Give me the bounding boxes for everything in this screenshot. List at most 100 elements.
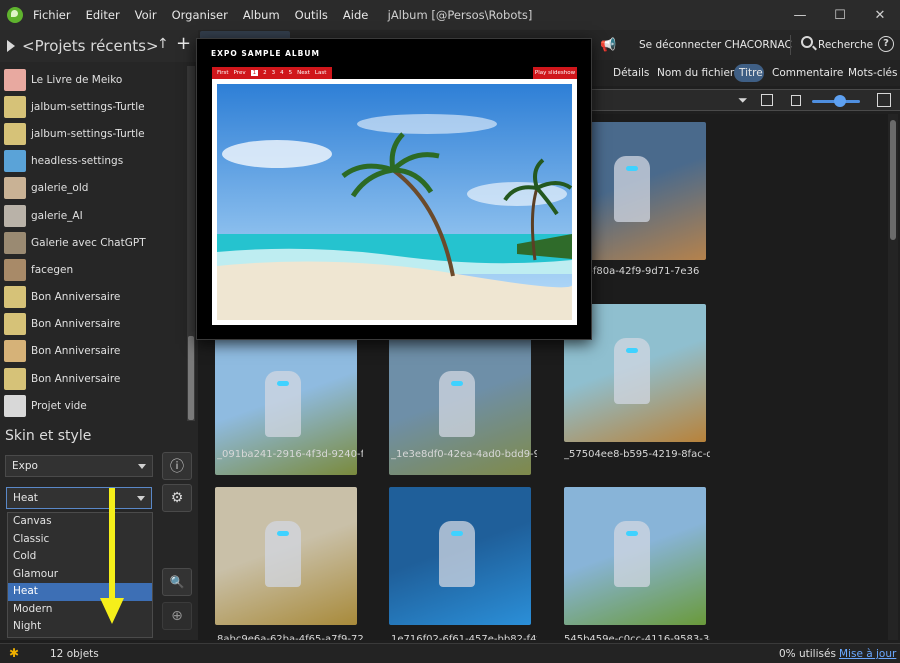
- style-option-canvas[interactable]: Canvas: [8, 513, 152, 531]
- scrollbar-thumb[interactable]: [188, 336, 194, 420]
- scrollbar-thumb[interactable]: [890, 120, 896, 240]
- large-thumb-icon[interactable]: [877, 93, 891, 107]
- style-option-glamour[interactable]: Glamour: [8, 566, 152, 584]
- style-option-classic[interactable]: Classic: [8, 531, 152, 549]
- robot-eye: [277, 381, 289, 386]
- skin-dropdown[interactable]: Expo: [5, 455, 153, 477]
- project-thumbnail: [4, 367, 26, 390]
- filter-icon[interactable]: ⏷: [738, 93, 748, 108]
- up-arrow-icon[interactable]: ↑: [157, 36, 169, 52]
- sort-comment[interactable]: Commentaire: [772, 67, 843, 79]
- project-item[interactable]: Bon Anniversaire: [0, 284, 186, 311]
- skin-settings-button[interactable]: ⚙: [162, 484, 192, 512]
- photo-thumbnail[interactable]: [389, 487, 531, 625]
- grid-scrollbar[interactable]: [888, 114, 898, 640]
- project-thumbnail: [4, 394, 26, 417]
- robot-figure: [614, 338, 650, 404]
- view-toggle-icon[interactable]: [761, 94, 773, 106]
- menu-fichier[interactable]: Fichier: [33, 8, 71, 22]
- project-item[interactable]: Bon Anniversaire: [0, 338, 186, 365]
- window-title: jAlbum [@Persos\Robots]: [387, 8, 533, 22]
- project-label: headless-settings: [31, 155, 124, 168]
- thumbnail-label: _1e3e8df0-42ea-4ad0-bdd9-9b3: [391, 449, 537, 460]
- sort-details[interactable]: Détails: [613, 67, 649, 79]
- thumbnail-label: 545b459e-c0cc-4116-9583-3ef: [564, 634, 710, 640]
- robot-eye: [626, 166, 638, 171]
- project-item[interactable]: headless-settings: [0, 148, 186, 175]
- style-option-night[interactable]: Night: [8, 618, 152, 636]
- menu-editer[interactable]: Editer: [86, 8, 120, 22]
- style-dropdown-list: Canvas Classic Cold Glamour Heat Modern Night: [7, 512, 153, 638]
- zoom-button[interactable]: 🔍: [162, 568, 192, 596]
- project-item[interactable]: facegen: [0, 256, 186, 283]
- project-label: Galerie avec ChatGPT: [31, 236, 146, 249]
- project-thumbnail: [4, 122, 26, 145]
- menu-voir[interactable]: Voir: [135, 8, 157, 22]
- project-item[interactable]: Galerie avec ChatGPT: [0, 229, 186, 256]
- recent-projects-header: <Projets récents> ↑ +: [0, 30, 198, 62]
- project-label: Bon Anniversaire: [31, 345, 121, 358]
- minimize-button[interactable]: —: [780, 0, 820, 30]
- menu-album[interactable]: Album: [243, 8, 280, 22]
- project-item[interactable]: galerie_AI: [0, 202, 186, 229]
- project-item[interactable]: Bon Anniversaire: [0, 311, 186, 338]
- robot-eye: [626, 531, 638, 536]
- info-icon: ⓘ: [170, 459, 184, 475]
- add-project-button[interactable]: +: [176, 33, 191, 54]
- project-item[interactable]: jalbum-settings-Turtle: [0, 120, 186, 147]
- sort-filename[interactable]: Nom du fichier: [657, 67, 734, 79]
- style-option-heat[interactable]: Heat: [8, 583, 152, 601]
- project-list-scrollbar[interactable]: [187, 66, 195, 421]
- title-bar: Fichier Editer Voir Organiser Album Outils Aid…: [0, 0, 900, 30]
- project-thumbnail: [4, 313, 26, 336]
- preview-nav-item: Next: [297, 70, 310, 76]
- thumbnail-label: _57504ee8-b595-4219-8fac-d70: [564, 449, 710, 460]
- status-bar: ✱ 12 objets 0% utilisés Mise à jour: [0, 643, 900, 663]
- close-button[interactable]: ✕: [860, 0, 900, 30]
- menu-outils[interactable]: Outils: [295, 8, 328, 22]
- help-icon[interactable]: ?: [878, 36, 894, 52]
- magnifier-icon: 🔍: [169, 575, 185, 589]
- photo-thumbnail[interactable]: [564, 487, 706, 625]
- preview-nav-item: First: [217, 70, 229, 76]
- play-icon[interactable]: [7, 40, 15, 52]
- robot-figure: [614, 521, 650, 587]
- project-item[interactable]: Le Livre de Meiko: [0, 66, 186, 93]
- skin-preview-popup: EXPO SAMPLE ALBUM First Prev 1 2 3 4 5 Next Last…: [196, 38, 592, 340]
- project-item[interactable]: galerie_old: [0, 175, 186, 202]
- project-thumbnail: [4, 231, 26, 254]
- search-icon[interactable]: [801, 36, 813, 48]
- recent-projects-title[interactable]: <Projets récents>: [22, 37, 159, 55]
- style-option-cold[interactable]: Cold: [8, 548, 152, 566]
- preview-nav-item: 4: [280, 70, 284, 76]
- photo-thumbnail[interactable]: [215, 487, 357, 625]
- project-label: galerie_AI: [31, 209, 83, 222]
- preview-nav-item: Prev: [233, 70, 246, 76]
- preview-album-title: EXPO SAMPLE ALBUM: [211, 49, 320, 58]
- preview-nav-item: 3: [271, 70, 276, 76]
- small-thumb-icon[interactable]: [791, 95, 801, 106]
- chevron-down-icon: [138, 464, 146, 469]
- project-item[interactable]: jalbum-settings-Turtle: [0, 93, 186, 120]
- style-dropdown[interactable]: Heat: [6, 487, 152, 509]
- project-thumbnail: [4, 258, 26, 281]
- sort-keywords[interactable]: Mots-clés: [848, 67, 897, 79]
- project-label: jalbum-settings-Turtle: [31, 127, 145, 140]
- project-item[interactable]: Bon Anniversaire: [0, 365, 186, 392]
- preview-photo-frame: [212, 79, 577, 325]
- maximize-button[interactable]: ☐: [820, 0, 860, 30]
- search-button[interactable]: Recherche: [818, 39, 873, 51]
- logout-link[interactable]: Se déconnecter CHACORNAC: [639, 39, 792, 51]
- project-label: Bon Anniversaire: [31, 372, 121, 385]
- thumbnail-label: 1e716f02-6f61-457e-bb82-f4f8: [391, 634, 537, 640]
- megaphone-icon[interactable]: 📢: [600, 38, 616, 53]
- update-link[interactable]: Mise à jour: [839, 648, 896, 660]
- skin-info-button[interactable]: ⓘ: [162, 452, 192, 480]
- zoom-in-icon: ⊕: [171, 608, 183, 624]
- sort-title[interactable]: Titre: [739, 67, 763, 79]
- zoom-in-button[interactable]: ⊕: [162, 602, 192, 630]
- project-item[interactable]: Projet vide: [0, 392, 186, 419]
- project-label: galerie_old: [31, 182, 89, 195]
- menu-organiser[interactable]: Organiser: [172, 8, 228, 22]
- style-option-modern[interactable]: Modern: [8, 601, 152, 619]
